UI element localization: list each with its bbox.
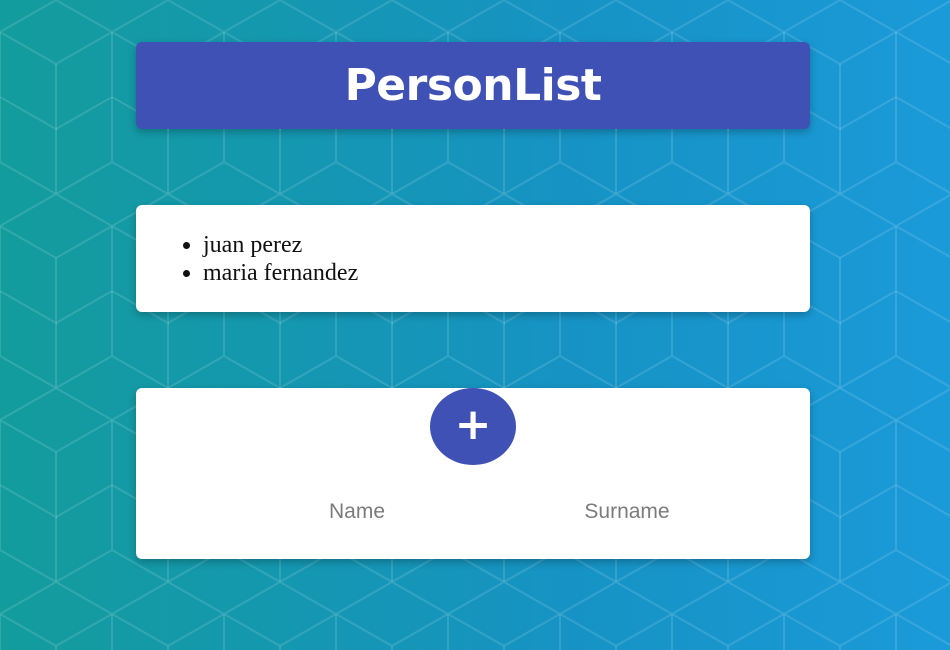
person-list-card: juan perez maria fernandez	[136, 205, 810, 312]
person-list-item: maria fernandez	[203, 259, 810, 287]
person-list-item: juan perez	[203, 231, 810, 259]
app-title: PersonList	[344, 60, 602, 111]
plus-icon: +	[454, 398, 492, 450]
name-input[interactable]	[265, 496, 449, 528]
surname-input[interactable]	[535, 496, 719, 528]
app-header: PersonList	[136, 42, 810, 129]
add-person-button[interactable]: +	[430, 388, 516, 465]
person-list: juan perez maria fernandez	[136, 205, 810, 287]
add-person-form: +	[136, 388, 810, 559]
